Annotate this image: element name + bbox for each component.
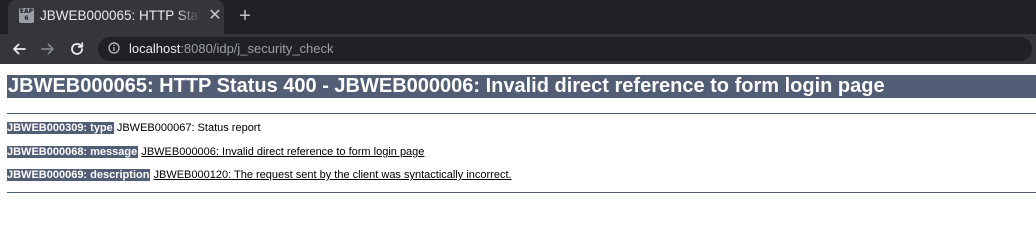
browser-tab-strip: EAP 6 JBWEB000065: HTTP Status 400 ✕ + (0, 0, 1036, 34)
message-value: JBWEB000006: Invalid direct reference to… (141, 146, 425, 158)
message-row: JBWEB000068: message JBWEB000006: Invali… (7, 146, 424, 159)
type-label: JBWEB000309: type (7, 122, 114, 134)
description-label: JBWEB000069: description (7, 169, 151, 181)
message-label: JBWEB000068: message (7, 146, 139, 158)
type-row: JBWEB000309: type JBWEB000067: Status re… (7, 122, 261, 135)
divider-bottom (7, 192, 1036, 193)
type-value: JBWEB000067: Status report (116, 122, 261, 134)
browser-tab[interactable]: EAP 6 JBWEB000065: HTTP Status 400 ✕ (8, 0, 224, 34)
tab-title: JBWEB000065: HTTP Status 400 (40, 8, 200, 23)
eap-favicon-icon: EAP 6 (19, 8, 34, 23)
description-value: JBWEB000120: The request sent by the cli… (153, 169, 512, 181)
info-icon[interactable] (108, 42, 120, 54)
url-path: :8080/idp/j_security_check (180, 41, 334, 56)
back-icon[interactable] (8, 38, 30, 60)
forward-icon[interactable] (37, 38, 59, 60)
reload-icon[interactable] (66, 38, 88, 60)
divider-top (7, 113, 1036, 114)
url-text[interactable]: localhost:8080/idp/j_security_check (129, 41, 334, 56)
page-title: JBWEB000065: HTTP Status 400 - JBWEB0000… (7, 75, 1036, 98)
description-row: JBWEB000069: description JBWEB000120: Th… (7, 169, 512, 182)
url-host: localhost (129, 41, 181, 56)
page-content: JBWEB000065: HTTP Status 400 - JBWEB0000… (0, 64, 1036, 211)
address-bar[interactable]: localhost:8080/idp/j_security_check (98, 37, 1032, 61)
close-tab-icon[interactable]: ✕ (207, 8, 223, 24)
browser-toolbar: localhost:8080/idp/j_security_check (0, 34, 1036, 64)
new-tab-icon[interactable]: + (234, 5, 256, 27)
